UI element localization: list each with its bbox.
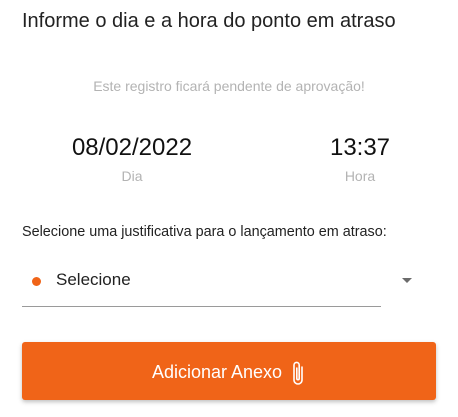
time-caption: Hora — [344, 168, 376, 184]
add-attachment-button-content: Adicionar Anexo — [152, 359, 306, 387]
date-picker[interactable]: 08/02/2022 Dia — [58, 133, 206, 186]
pending-approval-notice: Este registro ficará pendente de aprovaç… — [93, 78, 365, 94]
paperclip-icon — [293, 361, 303, 385]
dot-icon — [32, 277, 41, 286]
justification-label: Selecione uma justificativa para o lança… — [22, 224, 387, 240]
justification-selected-value: Selecione — [56, 270, 131, 289]
time-picker[interactable]: 13:37 Hora — [312, 133, 408, 186]
date-value[interactable]: 08/02/2022 — [58, 133, 206, 163]
caret-down-icon[interactable] — [402, 278, 412, 283]
select-underline — [22, 306, 381, 307]
page-title: Informe o dia e a hora do ponto em atras… — [22, 10, 396, 32]
add-attachment-label: Adicionar Anexo — [151, 362, 283, 382]
date-caption: Dia — [121, 168, 143, 184]
time-value[interactable]: 13:37 — [312, 133, 408, 163]
add-attachment-button[interactable]: Adicionar Anexo — [22, 342, 436, 400]
justification-select[interactable]: Selecione — [22, 265, 418, 309]
